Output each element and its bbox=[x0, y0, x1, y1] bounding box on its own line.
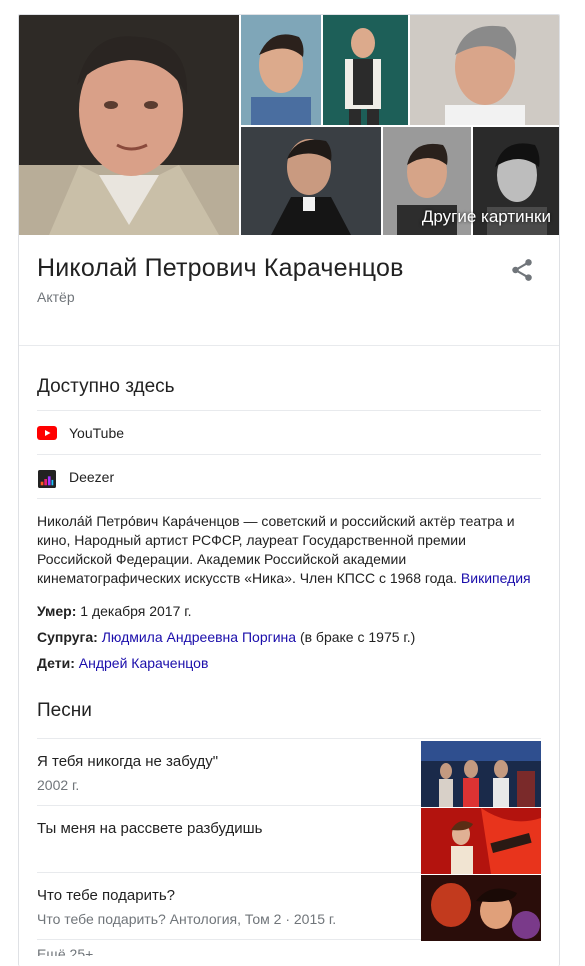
share-button[interactable] bbox=[509, 257, 535, 283]
fact-spouse: Супруга: Людмила Андреевна Поргина (в бр… bbox=[37, 628, 541, 646]
song-thumbnail bbox=[421, 875, 541, 941]
description: Никола́й Петро́вич Кара́ченцов — советск… bbox=[37, 512, 541, 588]
entity-title: Николай Петрович Караченцов bbox=[37, 254, 404, 282]
song-item[interactable]: Я тебя никогда не забуду" 2002 г. bbox=[37, 738, 541, 807]
photo-image bbox=[323, 15, 408, 125]
available-item-deezer[interactable]: Deezer bbox=[37, 455, 541, 499]
photo-2[interactable] bbox=[241, 15, 321, 125]
fact-died: Умер: 1 декабря 2017 г. bbox=[37, 602, 541, 620]
song-subtitle: 2002 г. bbox=[37, 777, 80, 793]
song-subtitle: Что тебе подарить? Антология, Том 2 · 20… bbox=[37, 911, 337, 927]
available-item-label: YouTube bbox=[69, 424, 125, 441]
youtube-icon bbox=[37, 425, 57, 440]
available-item-youtube[interactable]: YouTube bbox=[37, 411, 541, 455]
entity-subtitle: Актёр bbox=[37, 289, 75, 305]
songs-title: Песни bbox=[37, 700, 92, 721]
deezer-icon bbox=[37, 469, 57, 488]
photo-image bbox=[241, 15, 321, 125]
song-item[interactable]: Что тебе подарить? Что тебе подарить? Ан… bbox=[37, 873, 541, 941]
song-thumbnail bbox=[421, 808, 541, 874]
wikipedia-link[interactable]: Википедия bbox=[461, 570, 531, 586]
song-title: Я тебя никогда не забуду" bbox=[37, 753, 219, 770]
fact-label: Умер: bbox=[37, 603, 77, 619]
song-thumbnail bbox=[421, 741, 541, 807]
photo-3[interactable] bbox=[323, 15, 408, 125]
available-item-label: Deezer bbox=[69, 468, 115, 485]
fact-label: Супруга: bbox=[37, 629, 98, 645]
image-grid: Другие картинки bbox=[19, 15, 559, 235]
more-images-link[interactable]: Другие картинки bbox=[422, 207, 551, 227]
description-text: Никола́й Петро́вич Кара́ченцов — советск… bbox=[37, 513, 515, 586]
photo-4[interactable] bbox=[410, 15, 559, 125]
photo-5[interactable] bbox=[241, 127, 381, 235]
song-title: Что тебе подарить? bbox=[37, 887, 175, 904]
spouse-link[interactable]: Людмила Андреевна Поргина bbox=[102, 629, 296, 645]
knowledge-panel: Другие картинки Николай Петрович Карачен… bbox=[18, 14, 560, 966]
children-link[interactable]: Андрей Караченцов bbox=[79, 655, 209, 671]
share-icon bbox=[512, 259, 532, 281]
panel-header: Николай Петрович Караченцов Актёр bbox=[19, 235, 559, 346]
available-section: Доступно здесь YouTube Deezer Никола́й П… bbox=[19, 374, 559, 956]
fact-value: 1 декабря 2017 г. bbox=[80, 603, 192, 619]
photo-image bbox=[241, 127, 381, 235]
photo-image bbox=[410, 15, 559, 125]
fact-children: Дети: Андрей Караченцов bbox=[37, 654, 541, 672]
more-songs-link[interactable]: Ещё 25+ bbox=[37, 946, 541, 956]
fact-extra: (в браке с 1975 г.) bbox=[299, 629, 416, 645]
song-title: Ты меня на рассвете разбудишь bbox=[37, 820, 263, 837]
portrait-image bbox=[19, 15, 239, 235]
fact-label: Дети: bbox=[37, 655, 75, 671]
available-title: Доступно здесь bbox=[37, 374, 541, 411]
song-item[interactable]: Ты меня на рассвете разбудишь bbox=[37, 806, 541, 874]
main-photo[interactable] bbox=[19, 15, 239, 235]
